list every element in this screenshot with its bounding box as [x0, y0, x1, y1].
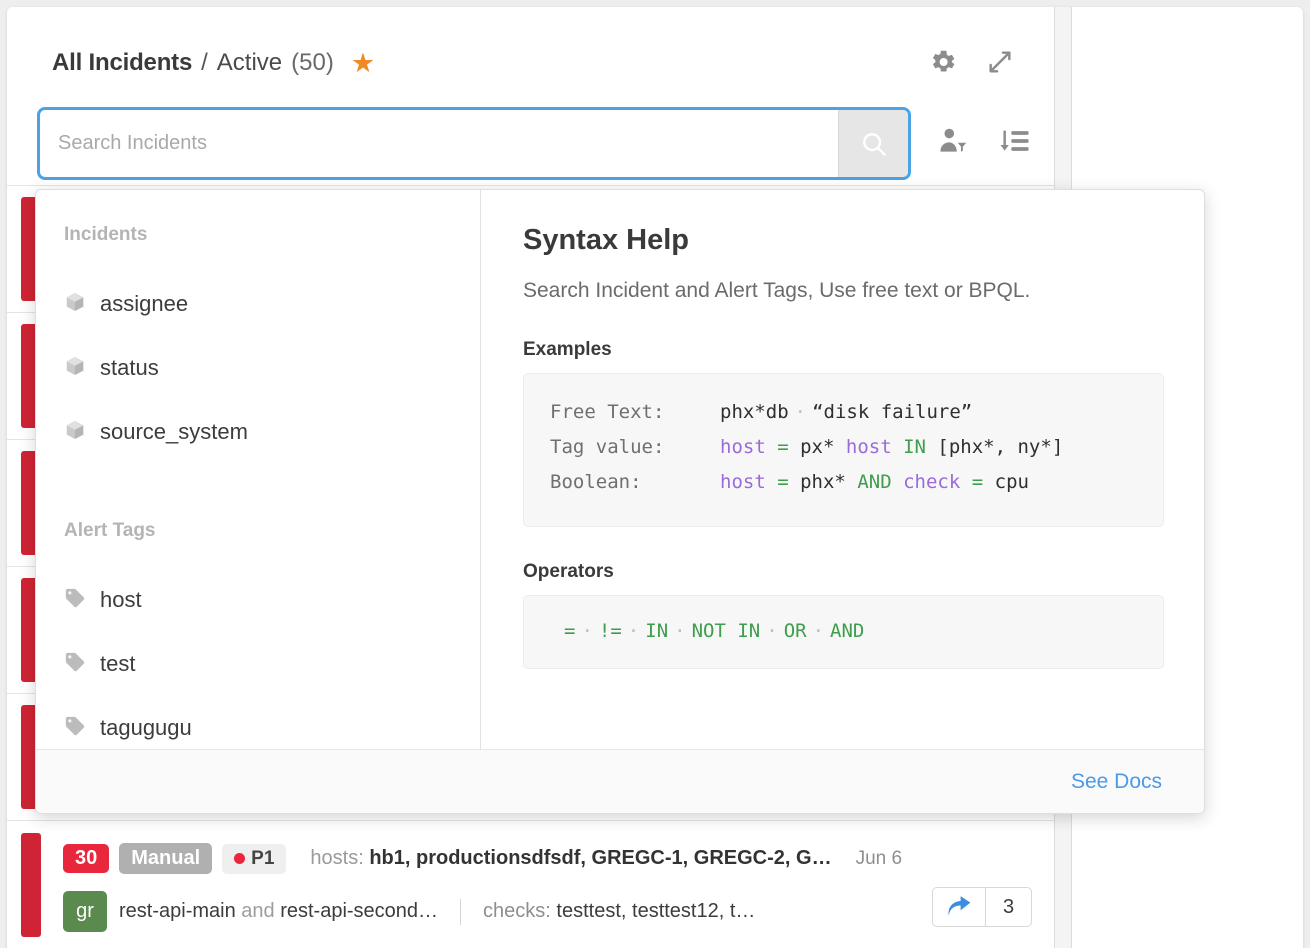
syntax-help-title: Syntax Help — [523, 224, 1164, 257]
sort-descending-icon[interactable] — [999, 126, 1031, 161]
group-title-incidents: Incidents — [36, 224, 480, 246]
breadcrumb-primary[interactable]: All Incidents — [52, 49, 192, 77]
search-icon[interactable] — [838, 110, 908, 177]
priority-dot-icon — [234, 853, 245, 864]
hosts-value: hb1, productionsdfsdf, GREGC-1, GREGC-2,… — [369, 847, 831, 869]
incident-date: Jun 6 — [856, 848, 902, 870]
header-tools — [928, 47, 1014, 82]
divider — [460, 899, 461, 925]
alert-count-badge: 30 — [63, 844, 109, 873]
cube-icon — [64, 419, 86, 446]
see-docs-link[interactable]: See Docs — [1071, 770, 1162, 794]
breadcrumb-separator: / — [201, 49, 208, 77]
autocomplete-footer: See Docs — [36, 749, 1204, 813]
share-count[interactable]: 3 — [985, 888, 1031, 926]
example-label: Boolean: — [550, 471, 720, 493]
source-badge: Manual — [119, 843, 212, 874]
hosts-label: hosts: — [310, 847, 363, 869]
search-row — [37, 107, 1031, 180]
incident-hosts: hosts: hb1, productionsdfsdf, GREGC-1, G… — [310, 847, 831, 870]
example-code: host = px* host IN [phx*, ny*] — [720, 436, 1063, 458]
tag-icon — [64, 715, 86, 742]
suggestion-list: Incidents assignee — [36, 190, 481, 749]
operators-title: Operators — [523, 561, 1164, 583]
search-autocomplete-panel: Incidents assignee — [35, 189, 1205, 814]
breadcrumb-secondary[interactable]: Active — [217, 49, 282, 77]
examples-box: Free Text: phx*db·“disk failure” Tag val… — [523, 373, 1164, 527]
example-row-free-text: Free Text: phx*db·“disk failure” — [550, 401, 1137, 423]
priority-bar — [21, 833, 41, 937]
group-title-alert-tags: Alert Tags — [36, 520, 480, 542]
suggestion-item-assignee[interactable]: assignee — [36, 272, 480, 336]
example-code: host = phx* AND check = cpu — [720, 471, 1029, 493]
favorite-star-icon[interactable]: ★ — [351, 50, 375, 77]
incident-services: rest-api-main and rest-api-second… — [119, 900, 438, 923]
example-code: phx*db·“disk failure” — [720, 401, 972, 423]
example-row-tag-value: Tag value: host = px* host IN [phx*, ny*… — [550, 436, 1137, 458]
incidents-page-card: All Incidents / Active (50) ★ — [7, 7, 1303, 948]
syntax-help-subtitle: Search Incident and Alert Tags, Use free… — [523, 279, 1164, 303]
avatar[interactable]: gr — [63, 891, 107, 932]
service-secondary: rest-api-second… — [280, 900, 438, 922]
suggestion-label: assignee — [100, 291, 188, 317]
suggestion-label: status — [100, 355, 159, 381]
incident-row-bottom-line: gr rest-api-main and rest-api-second… ch… — [63, 891, 755, 932]
share-arrow-icon[interactable] — [933, 888, 985, 926]
checks-value: testtest, testtest12, t… — [556, 900, 755, 922]
incident-checks: checks: testtest, testtest12, t… — [483, 900, 755, 923]
operators-box: =·!=·IN·NOT IN·OR·AND — [523, 595, 1164, 669]
suggestion-item-host[interactable]: host — [36, 568, 480, 632]
cube-icon — [64, 291, 86, 318]
suggestion-label: source_system — [100, 419, 248, 445]
search-input[interactable] — [40, 110, 838, 177]
suggestion-label: tagugugu — [100, 715, 192, 741]
suggestion-item-source-system[interactable]: source_system — [36, 400, 480, 464]
example-label: Free Text: — [550, 401, 720, 423]
examples-title: Examples — [523, 339, 1164, 361]
checks-label: checks: — [483, 900, 551, 922]
suggestion-label: host — [100, 587, 142, 613]
suggestion-item-test[interactable]: test — [36, 632, 480, 696]
gear-icon[interactable] — [928, 47, 958, 82]
expand-arrows-icon[interactable] — [986, 48, 1014, 81]
page-header: All Incidents / Active (50) ★ — [7, 7, 1054, 99]
suggestion-label: test — [100, 651, 135, 677]
incident-row-top-line: 30 Manual P1 hosts: hb1, productionsdfsd… — [63, 843, 902, 874]
suggestion-item-status[interactable]: status — [36, 336, 480, 400]
cube-icon — [64, 355, 86, 382]
example-label: Tag value: — [550, 436, 720, 458]
tag-icon — [64, 587, 86, 614]
breadcrumb-count: (50) — [291, 49, 334, 77]
search-box[interactable] — [37, 107, 911, 180]
status-badge: P1 — [222, 844, 286, 874]
example-row-boolean: Boolean: host = phx* AND check = cpu — [550, 471, 1137, 493]
service-conjunction: and — [241, 900, 274, 922]
priority-label: P1 — [251, 849, 274, 868]
syntax-help-panel: Syntax Help Search Incident and Alert Ta… — [481, 190, 1204, 749]
share-group: 3 — [932, 887, 1032, 927]
service-primary: rest-api-main — [119, 900, 236, 922]
operators-list: =·!=·IN·NOT IN·OR·AND — [550, 614, 1137, 648]
breadcrumb: All Incidents / Active (50) ★ — [52, 49, 375, 77]
tag-icon — [64, 651, 86, 678]
person-filter-icon[interactable] — [937, 125, 969, 162]
app-root: All Incidents / Active (50) ★ — [0, 0, 1310, 948]
autocomplete-body: Incidents assignee — [36, 190, 1204, 749]
search-side-actions — [937, 125, 1031, 162]
